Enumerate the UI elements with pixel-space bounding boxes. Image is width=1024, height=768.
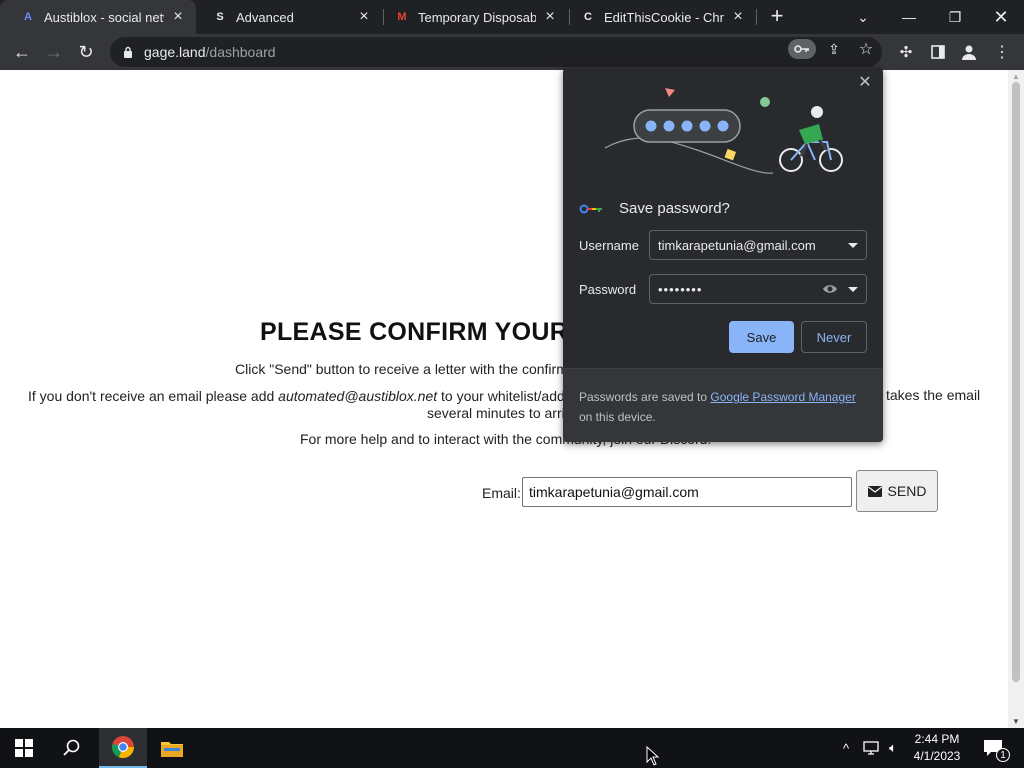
password-value: •••••••• (658, 281, 703, 297)
tray-overflow-chevron-icon[interactable]: ^ (838, 728, 854, 768)
clock-date: 4/1/2023 (913, 749, 961, 763)
password-label: Password (579, 282, 637, 297)
scroll-up-arrow-icon[interactable]: ▲ (1012, 72, 1020, 81)
send-label: SEND (887, 483, 927, 499)
username-field[interactable]: timkarapetunia@gmail.com (649, 230, 867, 260)
notification-count: 1 (996, 748, 1010, 762)
url-text: gage.land/dashboard (144, 44, 276, 60)
save-password-bubble: ✕ Save password? Username timkarapetunia… (563, 68, 883, 442)
password-manager-footer: Passwords are saved to Google Password M… (563, 368, 883, 442)
never-button[interactable]: Never (801, 321, 867, 353)
whitelist-suffix: to your whitelist/addr (437, 388, 570, 404)
chrome-taskbar-icon[interactable] (99, 728, 147, 768)
tab-title: Temporary Disposable (418, 9, 536, 25)
window-close-icon[interactable]: ✕ (978, 0, 1024, 34)
page-headline: PLEASE CONFIRM YOUR E (260, 318, 593, 346)
url-host: gage.land (144, 44, 206, 60)
envelope-icon (867, 485, 882, 497)
side-panel-glyph-icon (931, 45, 945, 59)
chrome-logo-icon (112, 736, 135, 759)
lock-icon (124, 46, 132, 58)
email-input[interactable]: timkarapetunia@gmail.com (522, 477, 852, 507)
tab-title: EditThisCookie - Chron (604, 9, 724, 25)
password-cyclist-illustration-icon (604, 88, 843, 174)
minimize-icon[interactable]: — (886, 0, 932, 34)
magnifier-icon (63, 739, 80, 756)
bookmark-star-icon[interactable]: ☆ (852, 39, 880, 59)
windows-logo-icon (15, 739, 33, 757)
cookie-favicon-icon: C (584, 11, 592, 23)
side-panel-icon[interactable] (927, 41, 949, 63)
search-icon[interactable] (52, 728, 92, 768)
show-password-eye-icon[interactable] (822, 283, 838, 295)
profile-avatar-icon[interactable] (958, 41, 980, 63)
close-icon[interactable]: × (356, 8, 372, 25)
tab-advanced[interactable]: S Advanced × (192, 0, 382, 34)
advanced-favicon-icon: S (216, 11, 224, 23)
automated-email-text: automated@austiblox.net (278, 388, 438, 404)
tab-title: Austiblox - social netw (44, 9, 164, 25)
system-clock[interactable]: 2:44 PM 4/1/2023 (902, 731, 972, 765)
tab-divider (756, 9, 757, 25)
scrollbar-thumb[interactable] (1012, 82, 1020, 682)
share-icon[interactable]: ⇪ (820, 39, 848, 59)
tab-search-chevron-icon[interactable]: ⌄ (840, 0, 886, 34)
scroll-down-arrow-icon[interactable]: ▼ (1012, 717, 1020, 726)
send-button[interactable]: SEND (856, 470, 938, 512)
footer-prefix: Passwords are saved to (579, 390, 711, 404)
whitelist-tail-text: takes the email (886, 387, 981, 403)
windows-taskbar: ^ 🔈︎ 2:44 PM 4/1/2023 1 (0, 728, 1024, 768)
restore-icon[interactable]: ❐ (932, 0, 978, 34)
browser-toolbar: ← → ↻ gage.land/dashboard ⇪ ☆ ✣ ⋮ (0, 34, 1024, 70)
gmail-favicon-icon: M (397, 11, 407, 23)
windows-start-icon[interactable] (4, 728, 44, 768)
whitelist-second-line: several minutes to arri (427, 405, 565, 421)
tab-editthiscookie[interactable]: C EditThisCookie - Chron × (560, 0, 756, 34)
google-password-manager-link[interactable]: Google Password Manager (710, 390, 855, 404)
save-password-heading: Save password? (579, 200, 730, 217)
file-explorer-taskbar-icon[interactable] (148, 728, 196, 768)
tab-strip: A Austiblox - social netw × S Advanced ×… (0, 0, 1024, 34)
close-icon[interactable]: × (170, 8, 186, 25)
key-icon[interactable] (788, 39, 816, 59)
profile-glyph-icon (962, 45, 976, 60)
key-glyph-icon (794, 45, 809, 53)
network-icon[interactable] (862, 728, 880, 768)
mouse-cursor-icon (646, 746, 660, 766)
clock-time: 2:44 PM (914, 732, 960, 746)
password-field[interactable]: •••••••• (649, 274, 867, 304)
tab-title: Advanced (236, 9, 294, 25)
send-instruction-text: Click "Send" button to receive a letter … (235, 361, 568, 377)
back-arrow-icon[interactable]: ← (9, 39, 35, 65)
whitelist-prefix: If you don't receive an email please add (28, 388, 279, 404)
address-bar[interactable]: gage.land/dashboard (110, 37, 882, 67)
url-path: /dashboard (205, 44, 276, 60)
extensions-puzzle-icon[interactable]: ✣ (895, 41, 917, 63)
volume-icon[interactable]: 🔈︎ (884, 728, 902, 768)
save-password-title: Save password? (619, 200, 730, 217)
kebab-menu-icon[interactable]: ⋮ (991, 41, 1013, 63)
network-glyph-icon (863, 741, 879, 755)
save-button[interactable]: Save (729, 321, 794, 353)
username-value: timkarapetunia@gmail.com (658, 237, 816, 253)
folder-icon (161, 742, 183, 757)
forward-arrow-icon[interactable]: → (41, 39, 67, 65)
page-scrollbar[interactable]: ▲ ▼ (1008, 70, 1024, 728)
username-dropdown-caret-icon[interactable] (848, 243, 858, 248)
reload-icon[interactable]: ↻ (73, 39, 99, 65)
new-tab-plus-icon[interactable]: + (766, 3, 788, 28)
username-label: Username (579, 238, 639, 253)
close-icon[interactable]: ✕ (857, 74, 873, 91)
footer-suffix: on this device. (579, 410, 656, 424)
close-icon[interactable]: × (542, 8, 558, 25)
austiblox-favicon-icon: A (24, 11, 32, 23)
close-icon[interactable]: × (730, 8, 746, 25)
password-key-icon (579, 204, 602, 213)
notification-center-icon[interactable]: 1 (980, 728, 1010, 768)
password-dropdown-caret-icon[interactable] (848, 287, 858, 292)
tab-austiblox[interactable]: A Austiblox - social netw × (0, 0, 196, 34)
tab-temporary-disposable[interactable]: M Temporary Disposable × (374, 0, 568, 34)
email-label: Email: (482, 485, 521, 501)
